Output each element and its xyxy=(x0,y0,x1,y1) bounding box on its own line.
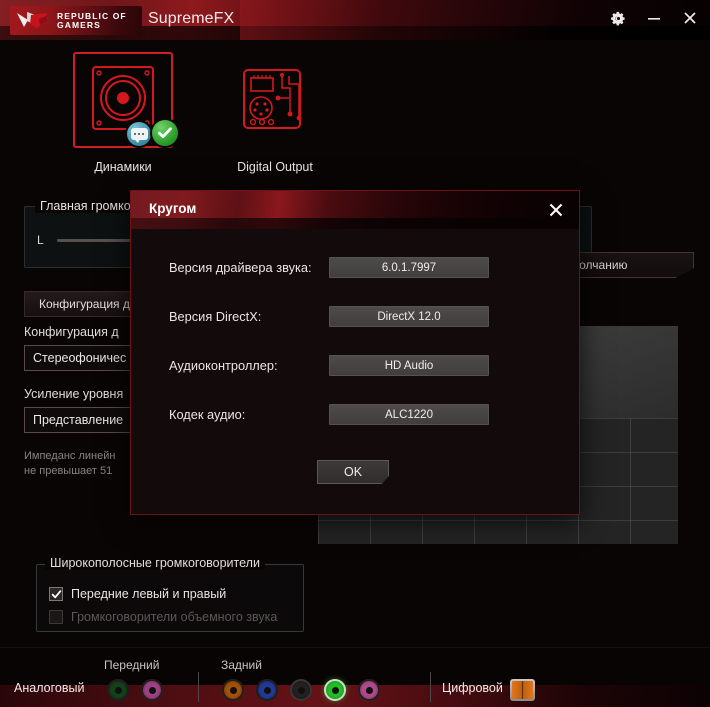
front-microphone-jack[interactable] xyxy=(141,679,163,701)
wideband-speakers-title: Широкополосные громкоговорители xyxy=(45,556,265,570)
dialog-ok-button[interactable]: OK xyxy=(317,460,389,484)
green-check-badge-icon xyxy=(150,118,180,148)
driver-version-value: 6.0.1.7997 xyxy=(329,257,489,278)
dialog-footer-glow xyxy=(131,492,579,514)
dialog-body: Версия драйвера звука: 6.0.1.7997 Версия… xyxy=(131,229,579,431)
rear-rear-speaker-jack[interactable] xyxy=(256,679,278,701)
rear-group-label: Задний xyxy=(221,658,262,672)
wideband-front-lr-checkbox[interactable] xyxy=(49,587,63,601)
rear-microphone-jack[interactable] xyxy=(358,679,380,701)
wideband-front-lr-row[interactable]: Передние левый и правый xyxy=(49,587,226,601)
app-title: SupremeFX xyxy=(148,10,235,27)
audio-controller-value: HD Audio xyxy=(329,355,489,376)
wideband-surround-label: Громкоговорители объемного звука xyxy=(71,610,278,624)
dialog-titlebar: Кругом xyxy=(131,191,579,229)
chat-bubble-shape xyxy=(130,128,148,143)
wideband-front-lr-label: Передние левый и правый xyxy=(71,587,227,601)
rear-line-out-jack[interactable] xyxy=(324,679,346,701)
dialog-row-directx-version: Версия DirectX: DirectX 12.0 xyxy=(131,300,579,333)
dialog-row-audio-codec: Кодек аудио: ALC1220 xyxy=(131,398,579,431)
gear-icon xyxy=(610,11,625,25)
minimize-button[interactable] xyxy=(644,8,664,28)
dialog-row-driver-version: Версия драйвера звука: 6.0.1.7997 xyxy=(131,251,579,284)
jack-group-divider xyxy=(198,672,199,702)
rear-center-subwoofer-jack[interactable] xyxy=(222,679,244,701)
settings-button[interactable] xyxy=(608,8,628,28)
rog-eye-icon xyxy=(17,11,48,28)
device-speakers-icon-wrap xyxy=(73,52,180,148)
front-group-label: Передний xyxy=(104,658,160,672)
optical-spdif-port[interactable] xyxy=(510,679,535,701)
device-strip: Динамики Digital Output xyxy=(0,40,710,186)
supremefx-window: REPUBLIC OF GAMERS SupremeFX Динамики Di… xyxy=(0,0,710,707)
driver-version-label: Версия драйвера звука: xyxy=(169,260,312,275)
checkmark-icon xyxy=(51,589,61,598)
audio-codec-label: Кодек аудио: xyxy=(169,407,246,422)
rear-side-speaker-jack[interactable] xyxy=(290,679,312,701)
window-titlebar: REPUBLIC OF GAMERS SupremeFX xyxy=(0,0,710,40)
close-icon xyxy=(684,12,696,24)
rog-logo: REPUBLIC OF GAMERS xyxy=(10,6,142,35)
about-dialog: Кругом Версия драйвера звука: 6.0.1.7997… xyxy=(130,190,580,515)
dialog-row-audio-controller: Аудиоконтроллер: HD Audio xyxy=(131,349,579,382)
jack-panel: Передний Задний Аналоговый Цифровой xyxy=(0,647,710,707)
balance-left-label: L xyxy=(37,233,44,247)
chat-bubble-badge-icon xyxy=(125,120,153,148)
digital-group-divider xyxy=(430,672,431,702)
directx-version-label: Версия DirectX: xyxy=(169,309,262,324)
rog-line2: GAMERS xyxy=(57,19,101,30)
rog-wordmark: REPUBLIC OF GAMERS xyxy=(57,12,127,29)
circuit-board-icon xyxy=(243,69,302,129)
close-icon xyxy=(549,203,563,217)
close-button[interactable] xyxy=(680,8,700,28)
minimize-icon xyxy=(648,18,660,20)
wideband-surround-checkbox xyxy=(49,610,63,624)
analog-label: Аналоговый xyxy=(14,681,85,695)
checkmark-icon xyxy=(158,127,172,138)
window-controls xyxy=(608,8,700,28)
device-digital-icon-wrap xyxy=(227,54,323,146)
dialog-title: Кругом xyxy=(149,201,197,216)
wideband-surround-row: Громкоговорители объемного звука xyxy=(49,610,277,624)
audio-controller-label: Аудиоконтроллер: xyxy=(169,358,278,373)
directx-version-value: DirectX 12.0 xyxy=(329,306,489,327)
device-digital-output[interactable]: Digital Output xyxy=(220,54,330,174)
wideband-speakers-group: Широкополосные громкоговорители Передние… xyxy=(36,556,304,632)
dialog-close-button[interactable] xyxy=(545,199,567,221)
front-headphone-jack[interactable] xyxy=(107,679,129,701)
audio-codec-value: ALC1220 xyxy=(329,404,489,425)
digital-label: Цифровой xyxy=(442,681,503,695)
device-digital-output-label: Digital Output xyxy=(237,160,313,174)
device-speakers[interactable]: Динамики xyxy=(68,52,180,174)
device-speakers-label: Динамики xyxy=(94,160,152,174)
